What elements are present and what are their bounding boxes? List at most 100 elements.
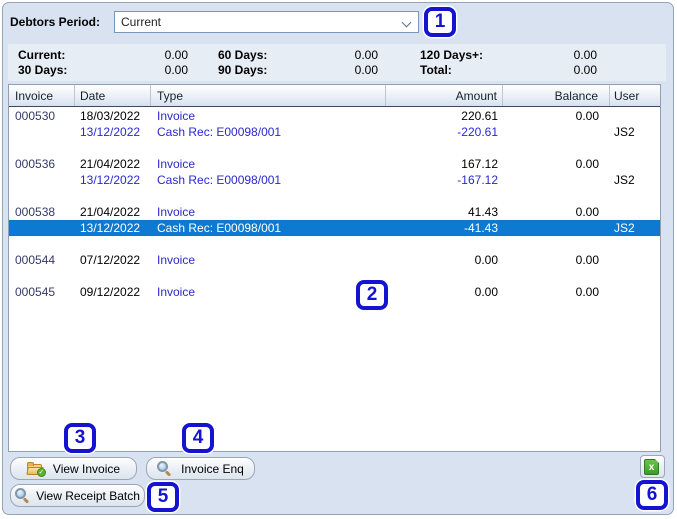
annotation-badge-5: 5 xyxy=(147,482,179,512)
cell-inv: 000544 xyxy=(15,253,56,267)
cell-type: Cash Rec: E00098/001 xyxy=(157,173,282,187)
summary-value-current: 0.00 xyxy=(164,48,188,62)
cell-type: Invoice xyxy=(157,285,196,299)
column-header-user[interactable]: User xyxy=(610,85,656,106)
cell-type: Invoice xyxy=(157,253,196,267)
summary-value-total: 0.00 xyxy=(573,63,597,77)
aged-balance-summary: Current: 0.00 60 Days: 0.00 120 Days+: 0… xyxy=(8,44,666,81)
summary-label-current: Current: xyxy=(18,48,66,62)
cell-user xyxy=(610,156,656,172)
table-row[interactable]: 000544 07/12/2022 Invoice 0.00 0.00 xyxy=(9,252,660,268)
cell-type: Cash Rec: E00098/001 xyxy=(157,221,282,235)
table-row[interactable]: 13/12/2022 Cash Rec: E00098/001 -167.12 JS2 xyxy=(9,172,660,188)
cell-bal: 0.00 xyxy=(575,205,599,219)
cell-inv xyxy=(9,172,75,188)
cell-date: 13/12/2022 xyxy=(80,221,141,235)
cell-user xyxy=(610,284,656,300)
export-to-excel-button[interactable]: x xyxy=(640,455,665,478)
cell-inv xyxy=(9,124,75,140)
column-header-type[interactable]: Type xyxy=(151,85,386,106)
cell-user: JS2 xyxy=(614,221,635,235)
view-invoice-button[interactable]: ✓ View Invoice xyxy=(10,457,137,480)
cell-date: 13/12/2022 xyxy=(80,125,141,139)
summary-value-60days: 0.00 xyxy=(354,48,378,62)
debtors-period-value: Current xyxy=(121,15,162,29)
cell-date: 21/04/2022 xyxy=(80,205,141,219)
cell-date: 13/12/2022 xyxy=(80,173,141,187)
cell-amt: 0.00 xyxy=(474,285,498,299)
cell-bal: 0.00 xyxy=(575,285,599,299)
row-spacer xyxy=(9,140,660,156)
table-row[interactable]: 13/12/2022 Cash Rec: E00098/001 -220.61 JS2 xyxy=(9,124,660,140)
cell-amt: 167.12 xyxy=(461,157,498,171)
cell-bal xyxy=(503,220,610,236)
cell-inv: 000530 xyxy=(15,109,56,123)
table-row[interactable]: 000530 18/03/2022 Invoice 220.61 0.00 xyxy=(9,108,660,124)
cell-type: Cash Rec: E00098/001 xyxy=(157,125,282,139)
view-receipt-batch-label: View Receipt Batch xyxy=(36,488,140,503)
cell-user xyxy=(610,252,656,268)
cell-amt: -167.12 xyxy=(457,173,498,187)
cell-amt: 41.43 xyxy=(467,205,498,219)
column-header-date[interactable]: Date xyxy=(75,85,151,106)
cell-date: 07/12/2022 xyxy=(80,253,141,267)
chevron-down-icon xyxy=(401,17,412,28)
cell-user xyxy=(610,204,656,220)
row-spacer xyxy=(9,236,660,252)
table-header-row: Invoice Date Type Amount Balance User xyxy=(9,85,660,107)
debtors-period-dropdown[interactable]: Current xyxy=(114,11,419,33)
cell-bal: 0.00 xyxy=(575,157,599,171)
cell-date: 18/03/2022 xyxy=(80,109,141,123)
cell-type: Invoice xyxy=(157,157,196,171)
summary-label-90days: 90 Days: xyxy=(218,63,268,77)
cell-bal: 0.00 xyxy=(575,253,599,267)
column-header-balance[interactable]: Balance xyxy=(503,85,610,106)
column-header-amount[interactable]: Amount xyxy=(386,85,503,106)
summary-label-60days: 60 Days: xyxy=(218,48,268,62)
open-folder-check-icon: ✓ xyxy=(26,462,46,477)
cell-amt: -41.43 xyxy=(463,221,498,235)
annotation-badge-3: 3 xyxy=(64,423,96,453)
cell-inv: 000536 xyxy=(15,157,56,171)
annotation-badge-4: 4 xyxy=(182,423,214,453)
cell-bal xyxy=(503,172,610,188)
magnifier-icon xyxy=(157,461,172,477)
summary-value-30days: 0.00 xyxy=(164,63,188,77)
cell-user: JS2 xyxy=(614,173,635,187)
cell-date: 21/04/2022 xyxy=(80,157,141,171)
column-header-invoice[interactable]: Invoice xyxy=(9,85,75,106)
cell-user xyxy=(610,108,656,124)
cell-user: JS2 xyxy=(614,125,635,139)
table-row[interactable]: 000538 21/04/2022 Invoice 41.43 0.00 xyxy=(9,204,660,220)
view-receipt-batch-button[interactable]: View Receipt Batch xyxy=(10,484,145,507)
table-row[interactable]: 000545 09/12/2022 Invoice 0.00 0.00 xyxy=(9,284,660,300)
magnifier-icon xyxy=(15,488,30,504)
cell-date: 09/12/2022 xyxy=(80,285,141,299)
invoice-enq-label: Invoice Enq xyxy=(181,461,244,476)
cell-bal xyxy=(503,124,610,140)
summary-value-90days: 0.00 xyxy=(354,63,378,77)
cell-amt: 220.61 xyxy=(461,109,498,123)
summary-label-total: Total: xyxy=(420,63,452,77)
row-spacer xyxy=(9,188,660,204)
cell-bal: 0.00 xyxy=(575,109,599,123)
annotation-badge-1: 1 xyxy=(424,7,456,37)
row-spacer xyxy=(9,268,660,284)
transactions-table: Invoice Date Type Amount Balance User 00… xyxy=(8,84,661,452)
table-row[interactable]: 000536 21/04/2022 Invoice 167.12 0.00 xyxy=(9,156,660,172)
table-body: 000530 18/03/2022 Invoice 220.61 0.00 13/12/2… xyxy=(9,108,660,451)
cell-inv: 000538 xyxy=(15,205,56,219)
invoice-enq-button[interactable]: Invoice Enq xyxy=(146,457,255,480)
table-row[interactable]: 13/12/2022 Cash Rec: E00098/001 -41.43 JS2 xyxy=(9,220,660,236)
cell-amt: 0.00 xyxy=(474,253,498,267)
view-invoice-label: View Invoice xyxy=(52,461,121,476)
cell-type: Invoice xyxy=(157,109,196,123)
cell-type: Invoice xyxy=(157,205,196,219)
annotation-badge-2: 2 xyxy=(356,280,388,310)
summary-label-30days: 30 Days: xyxy=(18,63,68,77)
cell-inv xyxy=(9,220,75,236)
excel-export-icon: x xyxy=(644,458,661,475)
annotation-badge-6: 6 xyxy=(636,480,668,510)
summary-value-120days: 0.00 xyxy=(573,48,597,62)
cell-amt: -220.61 xyxy=(457,125,498,139)
